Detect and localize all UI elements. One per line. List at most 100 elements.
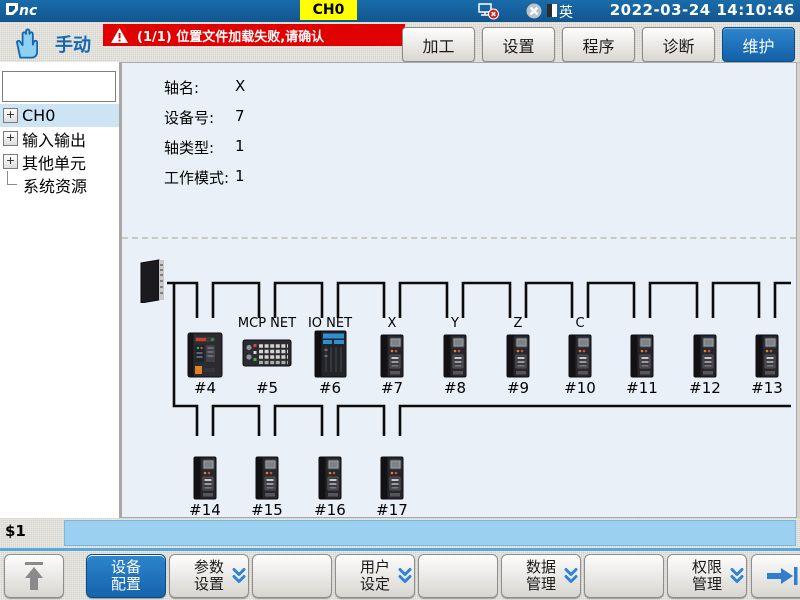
tree-item-label: 其他单元 (22, 150, 86, 174)
softkey-label: 管理 (526, 576, 556, 593)
tree-item-ch0[interactable]: + CH0 (0, 104, 119, 127)
expand-plus-icon[interactable]: + (3, 108, 18, 123)
device-node-13[interactable]: #13 (735, 316, 799, 397)
tree-item-label: CH0 (22, 106, 55, 125)
warning-icon (110, 27, 129, 44)
device-bus-label: X (388, 316, 397, 332)
close-status-icon (524, 2, 544, 20)
expand-plus-icon[interactable]: + (3, 131, 18, 146)
device-node-12[interactable]: #12 (673, 316, 737, 397)
device-id-label: #14 (189, 501, 221, 519)
info-value: 1 (235, 137, 245, 155)
device-id-label: #13 (751, 379, 783, 397)
controller-device-icon[interactable] (137, 259, 167, 307)
softkey-empty-1 (252, 554, 332, 598)
tab-program[interactable]: 程序 (562, 27, 635, 62)
info-label: 轴类型: (164, 137, 214, 158)
softkey-label: 参数 (194, 559, 224, 576)
expand-plus-icon[interactable]: + (3, 154, 18, 169)
device-config-panel: 轴名: X 设备号: 7 轴类型: 1 工作模式: 1 #4 MCP NET #… (121, 62, 797, 518)
chevron-down-icon (730, 568, 744, 585)
device-id-label: #9 (507, 379, 529, 397)
svg-text:nc: nc (19, 3, 38, 19)
command-input[interactable] (64, 520, 796, 546)
device-node-5[interactable]: MCP NET #5 (235, 316, 299, 397)
softkey-label: 配置 (111, 576, 141, 593)
tab-machining[interactable]: 加工 (402, 27, 475, 62)
tree-branch-line (7, 171, 17, 185)
servo-drive-device-icon (567, 332, 593, 378)
device-node-16[interactable]: #16 (298, 438, 362, 519)
chevron-down-icon (398, 568, 412, 585)
mcp-keypad-device-icon (242, 332, 292, 378)
servo-drive-device-icon (754, 332, 780, 378)
softkey-permission-management[interactable]: 权限 管理 (667, 554, 747, 598)
softkey-label: 权限 (692, 559, 722, 576)
alarm-text: (1/1) 位置文件加载失败,请确认 (137, 26, 324, 45)
softkey-empty-2 (418, 554, 498, 598)
chevron-down-icon (232, 568, 246, 585)
softkey-device-config[interactable]: 设备 配置 (86, 554, 166, 598)
device-node-9[interactable]: Z #9 (486, 316, 550, 397)
alarm-banner: (1/1) 位置文件加载失败,请确认 (103, 24, 405, 46)
mode-label: 手动 (55, 31, 91, 57)
device-id-label: #8 (444, 379, 466, 397)
device-id-label: #11 (626, 379, 658, 397)
network-error-icon (478, 2, 500, 20)
device-node-14[interactable]: #14 (173, 438, 237, 519)
device-node-8[interactable]: Y #8 (423, 316, 487, 397)
softkey-label: 数据 (526, 559, 556, 576)
brand-logo-icon: nc (5, 1, 75, 21)
device-tree: + CH0 + 输入输出 + 其他单元 系统资源 (0, 104, 119, 196)
info-value: X (235, 77, 245, 95)
tab-diagnosis[interactable]: 诊断 (642, 27, 715, 62)
softkey-label: 用户 (360, 559, 390, 576)
device-id-label: #17 (376, 501, 408, 519)
device-node-10[interactable]: C #10 (548, 316, 612, 397)
up-arrow-icon (18, 559, 50, 593)
panel-status-icon (546, 2, 558, 19)
info-label: 工作模式: (164, 167, 229, 188)
device-bus-label: Y (451, 316, 459, 332)
tree-item-io[interactable]: + 输入输出 (0, 127, 119, 150)
softkey-bar: 设备 配置 参数 设置 用户 设定 数据 管理 权限 (0, 551, 800, 600)
softkey-label: 设备 (111, 559, 141, 576)
command-prompt-label: $1 (5, 522, 26, 540)
channel-indicator: CH0 (300, 0, 357, 20)
info-value: 7 (235, 107, 245, 125)
device-node-4[interactable]: #4 (173, 316, 237, 397)
device-id-label: #4 (194, 379, 216, 397)
info-label: 轴名: (164, 77, 199, 98)
tab-settings[interactable]: 设置 (482, 27, 555, 62)
device-node-17[interactable]: #17 (360, 438, 424, 519)
menu-up-button[interactable] (4, 554, 64, 598)
servo-drive-device-icon (442, 332, 468, 378)
softkey-label: 设置 (194, 576, 224, 593)
device-node-15[interactable]: #15 (235, 438, 299, 519)
device-id-label: #7 (381, 379, 403, 397)
menu-next-button[interactable] (751, 554, 800, 598)
datetime-display: 2022-03-24 14:10:46 (610, 1, 795, 19)
softkey-user-settings[interactable]: 用户 设定 (335, 554, 415, 598)
servo-drive-device-icon (254, 454, 280, 500)
tree-item-system-resources[interactable]: 系统资源 (0, 173, 119, 196)
tab-maintenance[interactable]: 维护 (722, 27, 795, 62)
softkey-parameter-settings[interactable]: 参数 设置 (169, 554, 249, 598)
device-node-7[interactable]: X #7 (360, 316, 424, 397)
servo-drive-device-icon (317, 454, 343, 500)
language-indicator: 英 (559, 2, 573, 22)
device-node-6[interactable]: IO NET #6 (298, 316, 362, 397)
device-id-label: #12 (689, 379, 721, 397)
servo-drive-device-icon (505, 332, 531, 378)
tree-filter-box[interactable] (2, 71, 116, 102)
device-tree-sidebar: + CH0 + 输入输出 + 其他单元 系统资源 (0, 62, 121, 518)
softkey-data-management[interactable]: 数据 管理 (501, 554, 581, 598)
servo-drive-device-icon (379, 332, 405, 378)
section-divider (122, 237, 796, 239)
device-node-11[interactable]: #11 (610, 316, 674, 397)
tree-item-other-units[interactable]: + 其他单元 (0, 150, 119, 173)
softkey-label: 设定 (360, 576, 390, 593)
device-id-label: #5 (256, 379, 278, 397)
servo-drive-device-icon (192, 454, 218, 500)
device-bus-label: C (575, 316, 584, 332)
